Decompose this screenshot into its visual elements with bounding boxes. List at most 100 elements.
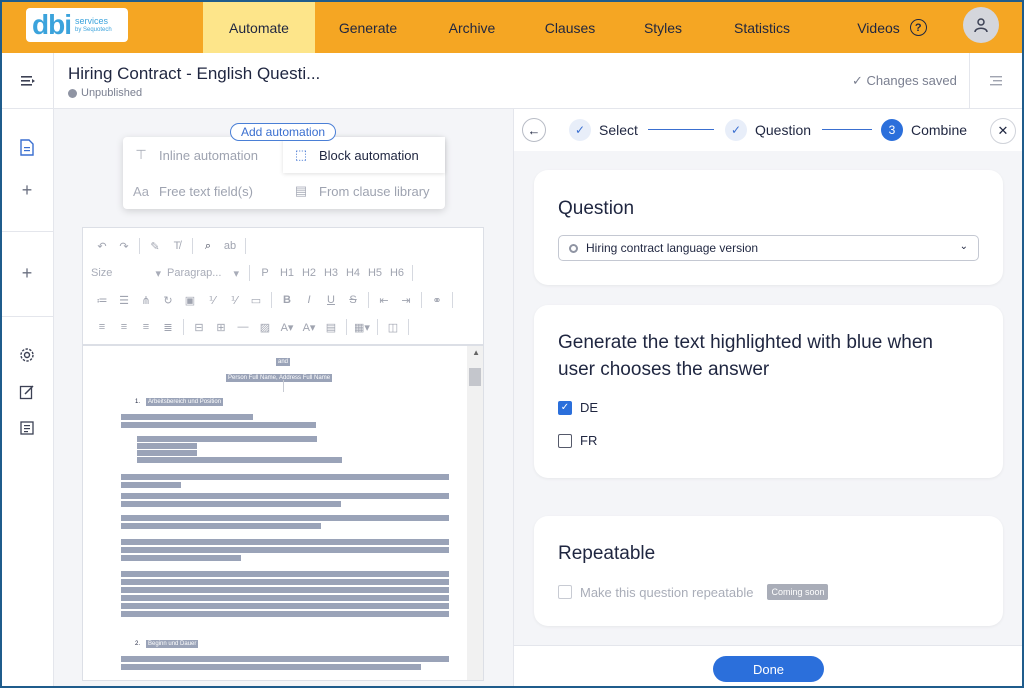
- section-icon[interactable]: ⊞: [210, 317, 232, 337]
- clause-icon[interactable]: ▤: [320, 317, 342, 337]
- bullet-list-icon[interactable]: ☰: [113, 290, 135, 310]
- add-section-icon[interactable]: +: [16, 262, 38, 284]
- add-icon[interactable]: +: [16, 179, 38, 201]
- link-icon[interactable]: ⚭: [426, 290, 448, 310]
- underline-button[interactable]: U: [320, 290, 342, 310]
- indent-icon[interactable]: ⇥: [395, 290, 417, 310]
- nav-archive[interactable]: Archive: [422, 2, 522, 53]
- checkbox-disabled-icon: [558, 585, 572, 599]
- align-left-icon[interactable]: ≡: [91, 317, 113, 337]
- outdent-icon[interactable]: ⇤: [373, 290, 395, 310]
- generate-card: Generate the text highlighted with blue …: [534, 305, 1003, 478]
- numbering-alt-icon[interactable]: ⅟: [223, 290, 245, 310]
- settings-icon[interactable]: [16, 344, 38, 366]
- highlight-color-icon[interactable]: A▾: [298, 317, 320, 337]
- page-break-icon[interactable]: ⊟: [188, 317, 210, 337]
- scrollbar[interactable]: ▲: [467, 346, 483, 680]
- nav-automate[interactable]: Automate: [203, 2, 315, 53]
- clear-format-icon[interactable]: T̸: [166, 236, 188, 256]
- nav-statistics[interactable]: Statistics: [712, 2, 812, 53]
- checkbox-icon[interactable]: [558, 433, 572, 448]
- numbering-icon[interactable]: ⅟: [201, 290, 223, 310]
- heading-h1-button[interactable]: H1: [276, 263, 298, 283]
- redo-icon[interactable]: ↷: [113, 236, 135, 256]
- status-dot-icon: [68, 88, 77, 98]
- clause-library-option[interactable]: ▤ From clause library: [283, 173, 445, 209]
- page-icon[interactable]: ▭: [245, 290, 267, 310]
- free-text-field-option[interactable]: Aa Free text field(s): [123, 173, 282, 209]
- add-automation-button[interactable]: Add automation: [230, 123, 337, 141]
- document-icon[interactable]: [16, 136, 38, 158]
- paragraph-style-select[interactable]: Paragrap... ▾: [167, 267, 239, 280]
- loop-icon[interactable]: ↻: [157, 290, 179, 310]
- nav-styles[interactable]: Styles: [618, 2, 708, 53]
- list-details-icon[interactable]: [16, 417, 38, 439]
- replace-icon[interactable]: ab: [219, 236, 241, 256]
- step-select[interactable]: ✓ Select: [569, 118, 638, 142]
- undo-icon[interactable]: ↶: [91, 236, 113, 256]
- menu-toggle-button[interactable]: [2, 53, 54, 109]
- horizontal-rule-icon[interactable]: ―: [232, 317, 254, 337]
- coming-soon-badge: Coming soon: [767, 584, 829, 600]
- edit-icon[interactable]: [16, 381, 38, 403]
- close-button[interactable]: ✕: [990, 118, 1016, 144]
- publish-status: Unpublished: [68, 87, 142, 99]
- block-automation-option[interactable]: ⬚ Block automation: [283, 137, 445, 173]
- logo[interactable]: dbi services by Sequotech: [26, 8, 128, 42]
- text-block: [121, 515, 449, 521]
- checkbox-checked-icon[interactable]: ✓: [558, 400, 572, 415]
- font-size-select[interactable]: Size ▾: [91, 267, 161, 280]
- align-justify-icon[interactable]: ≣: [157, 317, 179, 337]
- nav-clauses[interactable]: Clauses: [524, 2, 616, 53]
- image-icon[interactable]: ▨: [254, 317, 276, 337]
- text-block: [121, 523, 321, 529]
- format-painter-icon[interactable]: ✎: [144, 236, 166, 256]
- user-avatar[interactable]: [963, 7, 999, 43]
- text-block: [121, 422, 316, 428]
- bold-button[interactable]: B: [276, 290, 298, 310]
- sidebar-divider: [2, 316, 54, 317]
- inline-automation-option[interactable]: ⊤ Inline automation: [123, 137, 282, 173]
- scrollbar-thumb[interactable]: [469, 368, 481, 386]
- align-right-icon[interactable]: ≡: [135, 317, 157, 337]
- search-icon[interactable]: ⌕: [197, 236, 219, 256]
- step-question[interactable]: ✓ Question: [725, 118, 811, 142]
- numbered-list-icon[interactable]: ≔: [91, 290, 113, 310]
- panel-toggle-button[interactable]: [969, 53, 1022, 109]
- italic-button[interactable]: I: [298, 290, 320, 310]
- option-fr[interactable]: FR: [558, 433, 597, 448]
- heading-h3-button[interactable]: H3: [320, 263, 342, 283]
- tree-icon[interactable]: ⋔: [135, 290, 157, 310]
- back-button[interactable]: ←: [522, 118, 546, 142]
- clipboard-icon[interactable]: ▣: [179, 290, 201, 310]
- done-button[interactable]: Done: [713, 656, 824, 682]
- document-page[interactable]: and Person Full Name, Address Full Name …: [82, 345, 484, 681]
- help-icon[interactable]: ?: [909, 19, 927, 36]
- table-icon[interactable]: ▦▾: [351, 317, 373, 337]
- text-color-icon[interactable]: A▾: [276, 317, 298, 337]
- section-number: 2.: [135, 641, 141, 647]
- heading-h6-button[interactable]: H6: [386, 263, 408, 283]
- document-subtitle: Person Full Name, Address Full Name: [226, 374, 333, 382]
- align-center-icon[interactable]: ≡: [113, 317, 135, 337]
- question-card-title: Question: [558, 198, 635, 219]
- columns-icon[interactable]: ◫: [382, 317, 404, 337]
- scroll-up-icon[interactable]: ▲: [472, 348, 480, 357]
- nav-videos[interactable]: Videos ?: [832, 2, 952, 53]
- question-select[interactable]: Hiring contract language version ⌄: [558, 235, 979, 261]
- strikethrough-button[interactable]: S: [342, 290, 364, 310]
- nav-generate[interactable]: Generate: [317, 2, 419, 53]
- heading-h2-button[interactable]: H2: [298, 263, 320, 283]
- step-combine[interactable]: 3 Combine: [881, 118, 967, 142]
- check-icon: ✓: [569, 119, 591, 141]
- arrow-left-icon: ←: [527, 122, 541, 138]
- chevron-down-icon: ▾: [233, 267, 239, 280]
- heading-h5-button[interactable]: H5: [364, 263, 386, 283]
- heading-h4-button[interactable]: H4: [342, 263, 364, 283]
- repeatable-card-title: Repeatable: [558, 543, 656, 564]
- option-de[interactable]: ✓ DE: [558, 400, 598, 415]
- bullet-line: [137, 436, 317, 442]
- text-block: [121, 587, 449, 593]
- text-block: [121, 656, 449, 662]
- heading-p-button[interactable]: P: [254, 263, 276, 283]
